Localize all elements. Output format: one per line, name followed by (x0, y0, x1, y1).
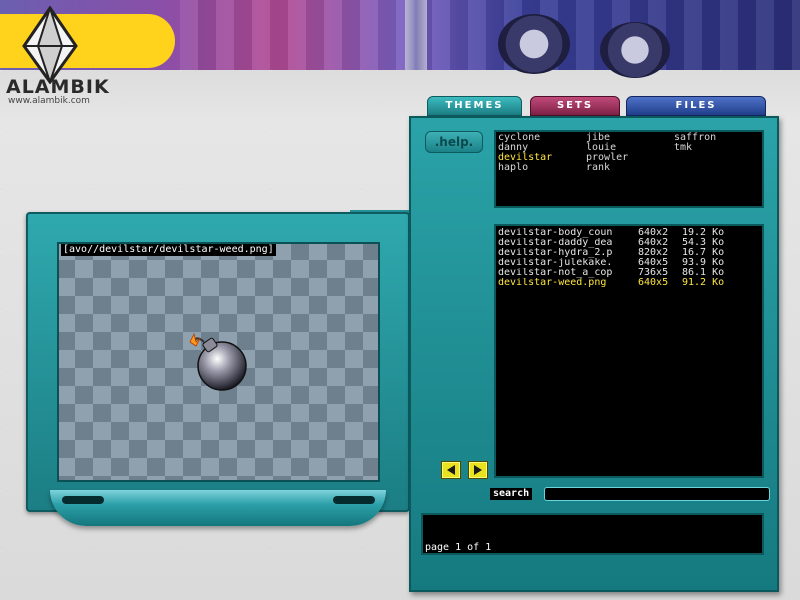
logo-text: ALAMBIK (6, 76, 110, 98)
file-size: 19.2 Ko (682, 228, 725, 238)
file-size: 86.1 Ko (682, 268, 725, 278)
file-dimensions: 736x5 (638, 268, 669, 278)
tab-files[interactable]: FILES (626, 96, 766, 116)
file-name: devilstar-daddy_dea (498, 238, 613, 248)
banner-wheel (600, 22, 670, 78)
help-button[interactable]: .help. (425, 131, 483, 153)
theme-item-haplo[interactable]: haplo (498, 163, 528, 173)
stand-foot-left (62, 496, 104, 504)
arrow-left-icon (447, 465, 455, 475)
file-dimensions: 640x2 (638, 228, 669, 238)
logo-url: www.alambik.com (8, 96, 90, 106)
banner-decoration (180, 0, 800, 70)
search-label: search (490, 488, 533, 500)
file-name: devilstar-hydra_2.p (498, 248, 613, 258)
file-name: devilstar-not_a_cop (498, 268, 613, 278)
next-page-button[interactable] (468, 461, 488, 479)
files-list: devilstar-body_coun 640x2 19.2 Ko devils… (494, 224, 764, 478)
preview-path-label: [avo//devilstar/devilstar-weed.png] (61, 244, 276, 256)
stand-foot-right (333, 496, 375, 504)
page-indicator: page 1 of 1 (425, 542, 492, 553)
banner-wheel (498, 14, 570, 74)
file-size: 91.2 Ko (682, 278, 725, 288)
alambik-logo-icon (22, 6, 78, 84)
file-dimensions: 640x5 (638, 278, 669, 288)
search-input[interactable] (544, 487, 770, 501)
file-name: devilstar-weed.png (498, 278, 607, 288)
banner-column (405, 0, 427, 70)
file-dimensions: 640x5 (638, 258, 669, 268)
tab-sets[interactable]: SETS (530, 96, 620, 116)
bomb-image (189, 332, 247, 391)
theme-item-rank[interactable]: rank (586, 163, 610, 173)
file-size: 54.3 Ko (682, 238, 725, 248)
file-name: devilstar-julekake. (498, 258, 613, 268)
arrow-right-icon (474, 465, 482, 475)
tab-themes[interactable]: THEMES (427, 96, 522, 116)
file-name: devilstar-body_coun (498, 228, 613, 238)
theme-item-tmk[interactable]: tmk (674, 143, 692, 153)
file-size: 16.7 Ko (682, 248, 725, 258)
themes-list: cyclone danny devilstar haplo jibe louie… (494, 130, 764, 208)
prev-page-button[interactable] (441, 461, 461, 479)
file-dimensions: 820x2 (638, 248, 669, 258)
file-size: 93.9 Ko (682, 258, 725, 268)
file-dimensions: 640x2 (638, 238, 669, 248)
